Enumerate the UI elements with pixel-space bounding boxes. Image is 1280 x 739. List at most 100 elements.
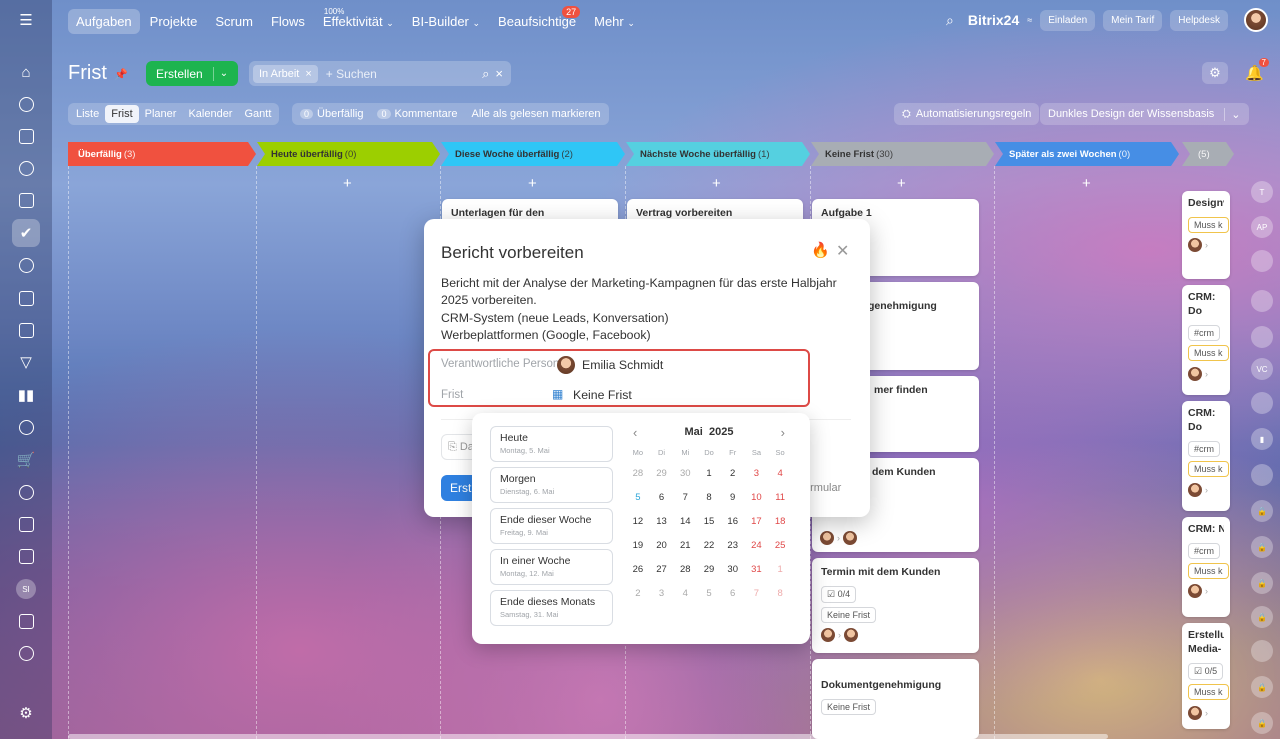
column-header-today[interactable]: Heute überfällig (0): [257, 142, 440, 166]
filter-chip[interactable]: In Arbeit ×: [253, 64, 318, 83]
calendar-day[interactable]: 28: [626, 462, 650, 486]
calendar-day[interactable]: 2: [626, 582, 650, 606]
horizontal-scrollbar[interactable]: [68, 734, 1108, 739]
hashtag[interactable]: #crm: [1188, 325, 1220, 341]
chevron-down-icon[interactable]: ⌄: [1224, 107, 1241, 121]
group-avatar[interactable]: [1251, 326, 1273, 348]
lock-icon[interactable]: 🔒: [1251, 572, 1273, 594]
calendar-day[interactable]: 26: [626, 558, 650, 582]
user-avatar[interactable]: [1251, 392, 1273, 414]
lock-icon[interactable]: 🔒: [1251, 536, 1273, 558]
avatar[interactable]: [1188, 482, 1202, 497]
search-icon[interactable]: ⌕: [482, 66, 489, 82]
automation-button[interactable]: ⛭ Automatisierungsregeln: [894, 103, 1040, 125]
column-header-more[interactable]: (5): [1182, 142, 1234, 166]
cart-icon[interactable]: 🛒: [12, 446, 40, 474]
lock-icon[interactable]: 🔒: [1251, 676, 1273, 698]
drive-icon[interactable]: [12, 316, 40, 344]
calendar-day[interactable]: 12: [626, 510, 650, 534]
deadline-tag[interactable]: Muss k: [1188, 345, 1229, 361]
tariff-button[interactable]: Mein Tarif: [1103, 9, 1163, 31]
column-header-overdue[interactable]: Überfällig (3): [68, 142, 256, 166]
calendar-day[interactable]: 14: [673, 510, 697, 534]
avatar[interactable]: [1188, 238, 1202, 253]
theme-button[interactable]: Dunkles Design der Wissensbasis ⌄: [1040, 103, 1249, 125]
helpdesk-button[interactable]: Helpdesk: [1170, 9, 1228, 31]
users-icon[interactable]: [12, 251, 40, 279]
calendar-day[interactable]: 20: [650, 534, 674, 558]
calendar-day[interactable]: 29: [697, 558, 721, 582]
calendar-day[interactable]: 25: [768, 534, 792, 558]
calendar-day[interactable]: 11: [768, 486, 792, 510]
add-task-button[interactable]: +: [528, 175, 537, 192]
deadline-tag[interactable]: Keine Frist: [821, 698, 877, 715]
target-icon[interactable]: [12, 478, 40, 506]
calendar-day[interactable]: 3: [745, 462, 769, 486]
group-avatar[interactable]: [1251, 250, 1273, 272]
avatar[interactable]: [1188, 584, 1202, 599]
calendar-day[interactable]: 30: [673, 462, 697, 486]
nav-bi-builder[interactable]: BI-Builder ⌄: [404, 9, 488, 34]
lock-icon[interactable]: 🔒: [1251, 500, 1273, 522]
nav-scrum[interactable]: Scrum: [207, 9, 261, 34]
calendar-day[interactable]: 8: [697, 486, 721, 510]
feed-icon[interactable]: [12, 90, 40, 118]
planner-icon[interactable]: [12, 607, 40, 635]
add-task-button[interactable]: +: [1082, 175, 1091, 192]
add-task-button[interactable]: +: [897, 175, 906, 192]
mark-all-read[interactable]: Alle als gelesen markieren: [471, 108, 600, 120]
gear-icon[interactable]: ⚙: [1202, 62, 1228, 84]
avatar[interactable]: [844, 628, 858, 643]
lock-icon[interactable]: 🔒: [1251, 712, 1273, 734]
calendar-day[interactable]: 7: [745, 582, 769, 606]
shield-icon[interactable]: [12, 639, 40, 667]
deadline-tag[interactable]: Keine Frist: [821, 606, 877, 623]
calendar-day[interactable]: 6: [721, 582, 745, 606]
column-header-next-week[interactable]: Nächste Woche überfällig (1): [626, 142, 810, 166]
quick-date-end-of-month[interactable]: Ende dieses Monats Samstag, 31. Mai: [490, 590, 613, 626]
avatar[interactable]: [1188, 366, 1202, 381]
overdue-counter[interactable]: 0 Überfällig: [300, 108, 363, 120]
robot-icon[interactable]: [12, 413, 40, 441]
calendar-day[interactable]: 13: [650, 510, 674, 534]
calendar-day[interactable]: 10: [745, 486, 769, 510]
nav-supervise[interactable]: 27 Beaufsichtige: [490, 5, 584, 34]
deadline-tag[interactable]: Muss k: [1188, 684, 1229, 700]
calendar-day[interactable]: 15: [697, 510, 721, 534]
column-header-no-deadline[interactable]: Keine Frist (30): [811, 142, 994, 166]
settings-icon[interactable]: ⚙: [12, 699, 40, 727]
close-icon[interactable]: ×: [495, 66, 503, 82]
deadline-value[interactable]: Keine Frist: [573, 388, 632, 402]
calendar-day[interactable]: 27: [650, 558, 674, 582]
nav-flows[interactable]: Flows: [263, 9, 313, 34]
hashtag[interactable]: #crm: [1188, 441, 1220, 457]
calendar-day[interactable]: 28: [673, 558, 697, 582]
card-icon[interactable]: [1251, 640, 1273, 662]
view-calendar[interactable]: Kalender: [182, 105, 238, 123]
calendar-day[interactable]: 3: [650, 582, 674, 606]
calendar-day[interactable]: 22: [697, 534, 721, 558]
task-card[interactable]: CRM: Do vorbereit #crm Muss k ›: [1182, 285, 1230, 395]
calendar-day[interactable]: 16: [721, 510, 745, 534]
calendar-day[interactable]: 1: [697, 462, 721, 486]
search-input[interactable]: [325, 66, 466, 81]
quick-date-today[interactable]: Heute Montag, 5. Mai: [490, 426, 613, 462]
sign-icon[interactable]: [12, 510, 40, 538]
quick-date-in-a-week[interactable]: In einer Woche Montag, 12. Mai: [490, 549, 613, 585]
responsible-value[interactable]: Emilia Schmidt: [582, 358, 663, 372]
search-filter[interactable]: In Arbeit × ⌕ ×: [249, 61, 511, 86]
calendar-day[interactable]: 5: [697, 582, 721, 606]
nav-tasks[interactable]: Aufgaben: [68, 8, 140, 34]
calendar-day[interactable]: 24: [745, 534, 769, 558]
user-avatar[interactable]: [1244, 8, 1268, 32]
task-card[interactable]: Dokumentgenehmigung Keine Frist: [812, 659, 979, 739]
calendar-day[interactable]: 1: [768, 558, 792, 582]
filter-icon[interactable]: ▽: [12, 348, 40, 376]
deadline-tag[interactable]: Muss k: [1188, 216, 1229, 233]
task-card[interactable]: CRM: Do vorbereit #crm Muss k ›: [1182, 401, 1230, 511]
calendar-day[interactable]: 30: [721, 558, 745, 582]
column-header-later[interactable]: Später als zwei Wochen (0): [995, 142, 1179, 166]
calendar-icon[interactable]: [12, 186, 40, 214]
search-icon[interactable]: ⌕: [946, 12, 954, 29]
bell-icon[interactable]: 🔔 7: [1245, 58, 1269, 82]
